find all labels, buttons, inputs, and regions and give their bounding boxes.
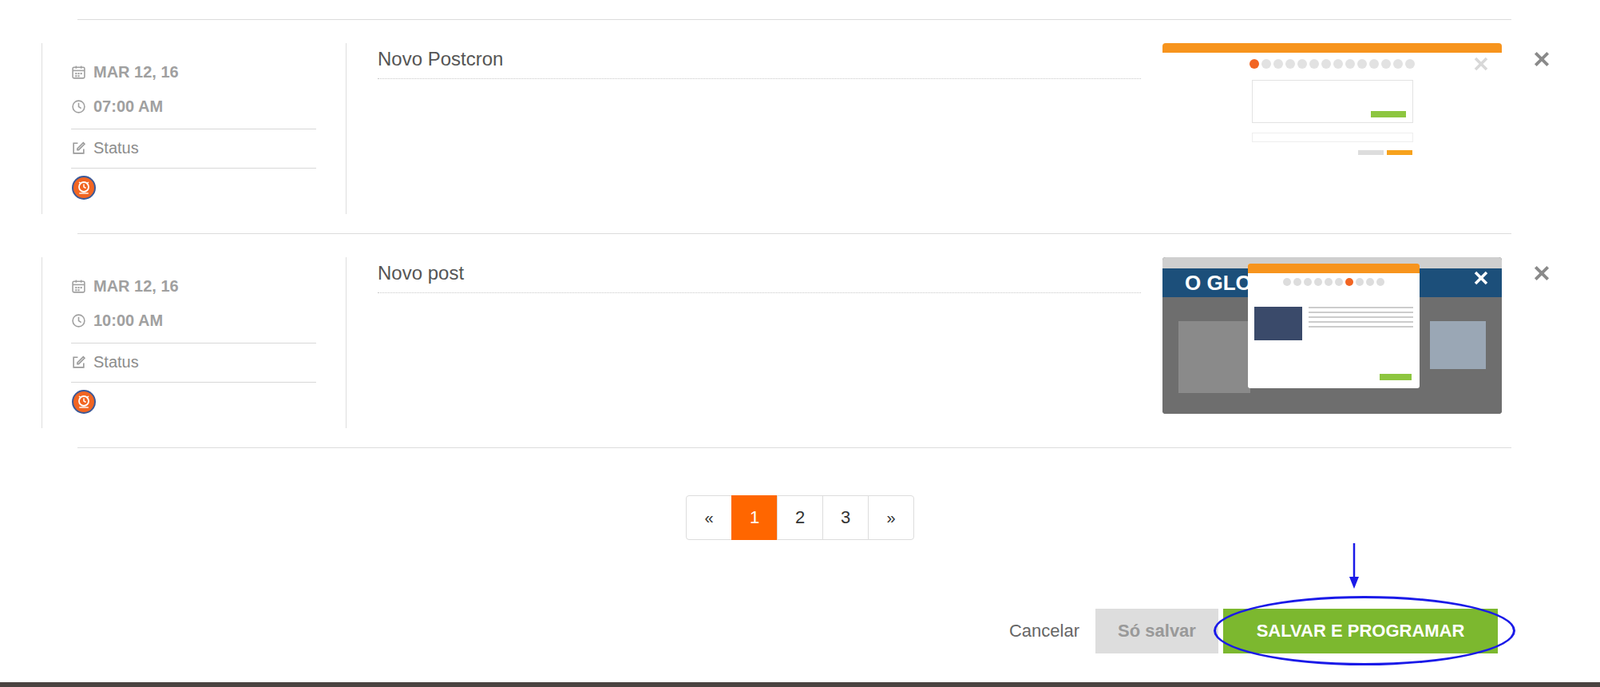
post-preview[interactable]: O GLOB: [1162, 257, 1502, 414]
divider: [77, 233, 1512, 234]
post-preview[interactable]: [1162, 43, 1502, 200]
primary-button[interactable]: SALVAR E PROGRAMAR: [1223, 608, 1498, 654]
button-wrapper: Só salvar: [1095, 608, 1219, 654]
preview-line: [1251, 132, 1414, 143]
profile-avatar-icon[interactable]: [71, 388, 97, 415]
arrow-icon: [1347, 542, 1361, 590]
page: MAR 12, 16 07:00 AM Status Novo Postcron…: [0, 0, 1600, 687]
edit-icon: [71, 140, 87, 156]
divider: [77, 447, 1512, 448]
post-meta: MAR 12, 16 07:00 AM Status: [41, 43, 347, 214]
post-title[interactable]: Novo Postcron: [377, 43, 1141, 80]
button-wrapper: Cancelar: [1009, 608, 1080, 654]
divider: [77, 19, 1512, 20]
page-number[interactable]: 2: [776, 495, 824, 540]
delete-post-icon[interactable]: [1532, 264, 1551, 282]
post-date[interactable]: MAR 12, 16: [71, 62, 317, 82]
preview-header: [1162, 43, 1502, 53]
highlight-annotation: [1213, 595, 1516, 666]
post-type[interactable]: Status: [71, 138, 317, 158]
post-meta: MAR 12, 16 10:00 AM Status: [41, 257, 347, 428]
pagination: « 123 »: [0, 495, 1600, 540]
page-number[interactable]: 1: [731, 495, 778, 540]
meta-divider: [71, 342, 317, 344]
remove-preview-icon[interactable]: [1473, 55, 1490, 72]
meta-divider: [71, 128, 317, 130]
post-type[interactable]: Status: [71, 352, 317, 372]
post-content: Novo post: [377, 257, 1141, 294]
clock-icon: [71, 99, 87, 115]
scheduled-posts: MAR 12, 16 07:00 AM Status Novo Postcron…: [0, 0, 1600, 682]
footer-bar: [0, 681, 1600, 687]
clock-icon: [71, 312, 87, 329]
post-title[interactable]: Novo post: [377, 257, 1141, 294]
profile-avatar-icon[interactable]: [71, 174, 97, 201]
post-row: MAR 12, 16 10:00 AM Status Novo post O G…: [41, 257, 1600, 428]
button-wrapper: SALVAR E PROGRAMAR: [1223, 608, 1498, 654]
preview-avatars: [1162, 59, 1502, 69]
calendar-icon: [71, 278, 87, 294]
post-date[interactable]: MAR 12, 16: [71, 276, 317, 296]
secondary-button[interactable]: Só salvar: [1095, 608, 1219, 654]
calendar-icon: [71, 64, 87, 80]
next-page[interactable]: »: [867, 495, 915, 540]
action-bar: Cancelar Só salvar SALVAR E PROGRAMAR: [0, 608, 1600, 654]
preview-editor: [1251, 79, 1414, 123]
post-content: Novo Postcron: [377, 43, 1141, 80]
page-number[interactable]: 3: [822, 495, 869, 540]
edit-icon: [71, 354, 87, 370]
delete-post-icon[interactable]: [1532, 50, 1551, 68]
prev-page[interactable]: «: [685, 495, 733, 540]
meta-divider: [71, 381, 317, 383]
preview-modal: [1247, 263, 1420, 389]
link-button[interactable]: Cancelar: [1009, 608, 1080, 654]
preview-row: [1252, 150, 1413, 155]
post-time[interactable]: 07:00 AM: [71, 96, 317, 116]
meta-divider: [71, 167, 317, 169]
post-time[interactable]: 10:00 AM: [71, 310, 317, 330]
post-row: MAR 12, 16 07:00 AM Status Novo Postcron: [41, 43, 1600, 214]
remove-preview-icon[interactable]: [1473, 269, 1490, 286]
